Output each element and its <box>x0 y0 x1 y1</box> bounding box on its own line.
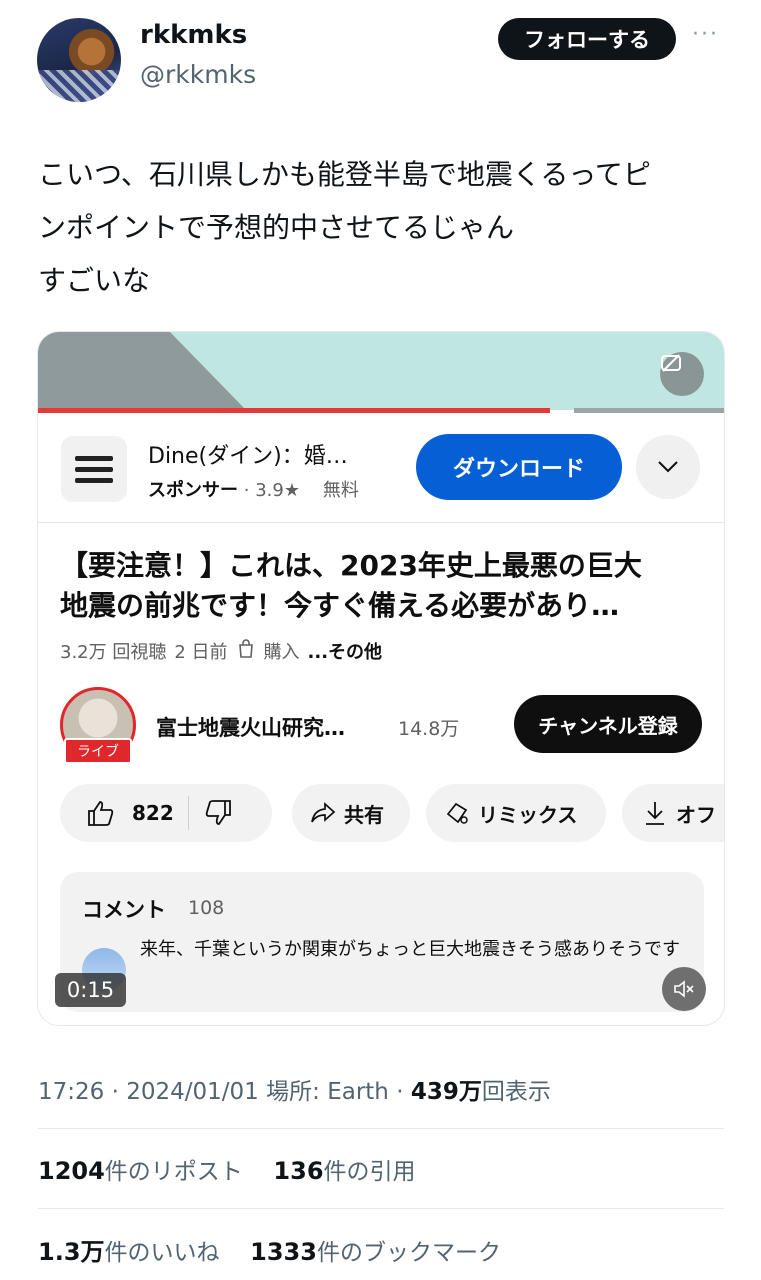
comments-count: 108 <box>188 897 225 919</box>
tweet-date[interactable]: 2024/01/01 <box>126 1079 259 1105</box>
divider <box>38 1128 724 1129</box>
more-options-icon[interactable]: ··· <box>692 22 719 47</box>
tweet-line: ンポイントで予想的中させてるじゃん <box>38 211 515 244</box>
remix-button[interactable]: リミックス <box>426 784 606 842</box>
more-link[interactable]: ...その他 <box>308 638 383 664</box>
purchase-label[interactable]: 購入 <box>264 638 300 664</box>
offline-label: オフ <box>676 802 716 827</box>
offline-button[interactable]: オフ <box>622 784 724 842</box>
video-player[interactable]: Dine(ダイン)：婚… スポンサー · 3.9★ 無料 ダウンロード 【要注意… <box>37 331 725 1026</box>
captions-icon[interactable] <box>660 352 704 396</box>
likes-bookmarks-row: 1.3万件のいいね 1333件のブックマーク <box>38 1232 501 1267</box>
tweet-meta: 17:26 · 2024/01/01 場所: Earth · 439万回表示 <box>38 1079 551 1105</box>
author-handle[interactable]: @rkkmks <box>140 60 256 89</box>
bookmarks-link[interactable]: 1333件のブックマーク <box>250 1238 501 1266</box>
comments-section[interactable]: コメント 108 来年、千葉というか関東がちょっと巨大地震きそう感ありそうです <box>60 872 704 1012</box>
thumbs-up-icon[interactable] <box>86 799 116 827</box>
location[interactable]: Earth <box>327 1079 389 1105</box>
likes-label: 件のいいね <box>104 1240 220 1266</box>
likes-link[interactable]: 1.3万件のいいね <box>38 1238 220 1266</box>
divider <box>187 796 189 830</box>
bag-icon <box>236 638 256 664</box>
divider <box>38 1208 724 1209</box>
reposts-count: 1204 <box>38 1157 105 1185</box>
views-label: 回表示 <box>481 1079 551 1105</box>
download-button[interactable]: ダウンロード <box>416 434 622 500</box>
channel-name[interactable]: 富士地震火山研究… <box>156 712 345 742</box>
share-label: 共有 <box>344 802 384 827</box>
repost-quote-row: 1204件のリポスト 136件の引用 <box>38 1152 416 1186</box>
ad-progress-remaining <box>574 408 724 413</box>
ad-banner-image <box>38 332 724 410</box>
likes-count: 1.3万 <box>38 1238 105 1266</box>
author-avatar[interactable] <box>37 18 121 102</box>
live-badge: ライブ <box>64 738 132 764</box>
location-label: 場所: <box>266 1079 320 1105</box>
video-meta: 3.2万 回視聴 2 日前 購入 ...その他 <box>60 638 382 664</box>
reposts-link[interactable]: 1204件のリポスト <box>38 1157 243 1185</box>
quotes-link[interactable]: 136件の引用 <box>273 1157 416 1185</box>
share-button[interactable]: 共有 <box>292 784 410 842</box>
upload-age: 2 日前 <box>174 642 228 663</box>
mute-icon[interactable] <box>662 967 706 1011</box>
author-name[interactable]: rkkmks <box>140 20 247 50</box>
reposts-label: 件のリポスト <box>104 1159 243 1185</box>
ad-row: Dine(ダイン)：婚… スポンサー · 3.9★ 無料 ダウンロード <box>38 414 724 523</box>
comments-title: コメント <box>82 898 166 922</box>
view-count: 3.2万 回視聴 <box>60 642 167 663</box>
tweet-text: こいつ、石川県しかも能登半島で地震くるってピ ンポイントで予想的中させてるじゃん… <box>38 148 728 307</box>
video-title-line: 【要注意！】これは、2023年史上最悪の巨大 <box>60 549 642 582</box>
thumbs-down-icon[interactable] <box>203 799 233 827</box>
ad-meta: スポンサー · 3.9★ 無料 <box>148 480 359 501</box>
remix-label: リミックス <box>478 802 578 827</box>
ad-rating: 3.9★ <box>255 480 300 501</box>
ad-price: 無料 <box>322 480 359 501</box>
tweet-time[interactable]: 17:26 <box>38 1079 104 1105</box>
chevron-down-icon[interactable] <box>636 435 700 499</box>
views-count: 439万 <box>410 1079 482 1105</box>
quotes-count: 136 <box>273 1157 324 1185</box>
app-icon <box>61 436 127 502</box>
follow-button[interactable]: フォローする <box>498 18 676 60</box>
bookmarks-label: 件のブックマーク <box>316 1240 501 1266</box>
share-icon <box>310 802 336 824</box>
quotes-label: 件の引用 <box>323 1159 416 1185</box>
sponsor-label: スポンサー <box>148 480 238 501</box>
video-title: 【要注意！】これは、2023年史上最悪の巨大 地震の前兆です！今すぐ備える必要が… <box>60 546 700 626</box>
bookmarks-count: 1333 <box>250 1238 317 1266</box>
tweet-line: すごいな <box>38 264 151 297</box>
download-icon <box>644 800 666 826</box>
like-count: 822 <box>132 801 174 825</box>
top-comment: 来年、千葉というか関東がちょっと巨大地震きそう感ありそうです <box>140 939 680 960</box>
like-dislike-group[interactable]: 822 <box>60 784 272 842</box>
video-timestamp: 0:15 <box>55 973 126 1007</box>
ad-progress-bar <box>38 408 550 413</box>
remix-icon <box>444 800 470 826</box>
tweet-line: こいつ、石川県しかも能登半島で地震くるってピ <box>38 158 651 191</box>
subscriber-count: 14.8万 <box>398 718 460 740</box>
subscribe-button[interactable]: チャンネル登録 <box>514 695 702 753</box>
video-title-line: 地震の前兆です！今すぐ備える必要があり… <box>60 589 620 622</box>
ad-app-name[interactable]: Dine(ダイン)：婚… <box>148 438 348 470</box>
